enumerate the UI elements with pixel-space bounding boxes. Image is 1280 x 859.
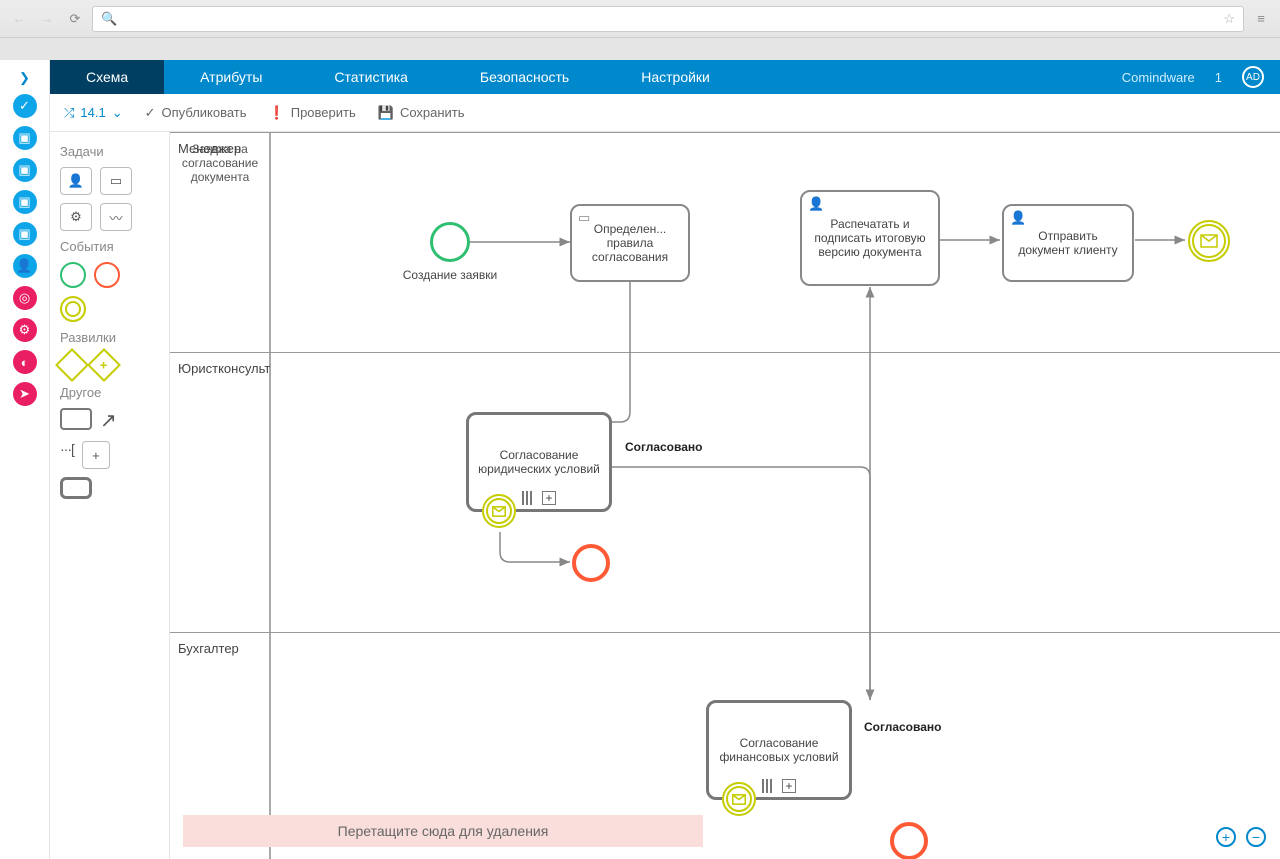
task-send[interactable]: 👤 Отправить документ клиенту [1002,204,1134,282]
palette: Задачи 👤 ▭ ⚙ 〰 События Развилки [50,132,170,859]
task-rules-label: Определен... правила согласования [580,222,680,264]
version-label: 14.1 [80,105,105,120]
rail-item-check[interactable]: ✓ [13,94,37,118]
check-icon: ✓ [145,105,156,121]
publish-label: Опубликовать [162,105,247,120]
zoom-out-button[interactable]: − [1246,827,1266,847]
palette-timer-event[interactable] [60,296,86,322]
rail-toggle-icon[interactable]: ❯ [19,70,30,86]
validate-label: Проверить [291,105,356,120]
user-icon: 👤 [808,196,824,212]
back-button[interactable]: ← [8,8,30,30]
task-print[interactable]: 👤 Распечатать и подписать итоговую верси… [800,190,940,286]
edge-label-legal-ok: Согласовано [625,440,702,454]
warning-icon: ❗ [269,105,285,121]
palette-tasks-heading: Задачи [60,144,159,159]
palette-annotation[interactable]: ···[ [60,441,74,469]
palette-end-event[interactable] [94,262,120,288]
rail-item-user[interactable]: 👤 [13,254,37,278]
end-event-fin[interactable] [890,822,928,859]
edge-label-fin-ok: Согласовано [864,720,941,734]
tab-security[interactable]: Безопасность [444,60,605,94]
bookmark-icon[interactable]: ☆ [1223,11,1235,27]
version-selector[interactable]: ⤮ 14.1 ⌄ [64,105,123,121]
palette-events-heading: События [60,239,159,254]
palette-rule-task[interactable]: ▭ [100,167,132,195]
search-icon: 🔍 [101,11,117,27]
subprocess-marker: + [542,491,556,505]
save-button[interactable]: 💾 Сохранить [378,105,465,121]
tab-attributes[interactable]: Атрибуты [164,60,298,94]
chevron-down-icon: ⌄ [112,105,123,121]
shuffle-icon: ⤮ [64,105,74,121]
editor-toolbar: ⤮ 14.1 ⌄ ✓ Опубликовать ❗ Проверить 💾 Со… [50,94,1280,132]
rail-item-doc-4[interactable]: ▣ [13,222,37,246]
lane-manager-label: Менеджер [178,141,241,156]
zoom-controls: + − [1216,827,1266,847]
subprocess-marker: + [782,779,796,793]
palette-connector[interactable]: ↗ [100,408,117,433]
lane-accountant-label: Бухгалтер [178,641,239,656]
rail-item-gear[interactable]: ⚙ [13,318,37,342]
rule-icon: ▭ [578,210,590,226]
forward-button[interactable]: → [36,8,58,30]
rail-item-doc-2[interactable]: ▣ [13,158,37,182]
publish-button[interactable]: ✓ Опубликовать [145,105,247,121]
tab-schema[interactable]: Схема [50,60,164,94]
palette-pool[interactable] [60,408,92,430]
tab-settings[interactable]: Настройки [605,60,746,94]
brand-label: Comindware [1122,70,1195,85]
rail-item-app[interactable]: ◎ [13,286,37,310]
delete-drop-zone[interactable]: Перетащите сюда для удаления [183,815,703,847]
notification-count[interactable]: 1 [1215,70,1222,85]
rail-item-doc-3[interactable]: ▣ [13,190,37,214]
palette-expand[interactable]: + [82,441,110,469]
browser-toolbar: ← → ⟳ 🔍 ☆ ≡ [0,0,1280,38]
task-rules[interactable]: ▭ Определен... правила согласования [570,204,690,282]
rail-item-send[interactable]: ➤ [13,382,37,406]
browser-menu-button[interactable]: ≡ [1250,8,1272,30]
zoom-in-button[interactable]: + [1216,827,1236,847]
palette-subprocess[interactable] [60,477,92,499]
palette-other-heading: Другое [60,385,159,400]
tab-statistics[interactable]: Статистика [298,60,444,94]
user-avatar[interactable]: AD [1242,66,1264,88]
palette-start-event[interactable] [60,262,86,288]
multi-instance-marker [522,491,536,505]
boundary-message-legal[interactable] [482,494,516,528]
main-tabs: Схема Атрибуты Статистика Безопасность Н… [50,60,1280,94]
multi-instance-marker [762,779,776,793]
canvas[interactable]: Заявка на согласование документа Менедже… [170,132,1280,859]
validate-button[interactable]: ❗ Проверить [269,105,356,121]
palette-script-task[interactable]: 〰 [100,203,132,231]
palette-gateways-heading: Развилки [60,330,159,345]
end-event-legal[interactable] [572,544,610,582]
task-send-label: Отправить документ клиенту [1012,229,1124,257]
rail-item-doc-1[interactable]: ▣ [13,126,37,150]
palette-service-task[interactable]: ⚙ [60,203,92,231]
palette-user-task[interactable]: 👤 [60,167,92,195]
lane-legal-label: Юристконсульт [178,361,270,376]
subprocess-fin-label: Согласование финансовых условий [717,736,841,764]
browser-spacer [0,38,1280,60]
boundary-message-fin[interactable] [722,782,756,816]
user-icon: 👤 [1010,210,1026,226]
start-label: Создание заявки [395,268,505,282]
subprocess-legal-label: Согласование юридических условий [477,448,601,476]
reload-button[interactable]: ⟳ [64,8,86,30]
lane-legal[interactable]: Юристконсульт [170,352,1280,632]
palette-exclusive-gateway[interactable] [55,348,89,382]
url-bar[interactable]: 🔍 ☆ [92,6,1244,32]
task-print-label: Распечатать и подписать итоговую версию … [810,217,930,259]
rail-item-dashboard[interactable]: ◐ [13,350,37,374]
left-rail: ❯ ✓ ▣ ▣ ▣ ▣ 👤 ◎ ⚙ ◐ ➤ [0,60,50,859]
message-end-event[interactable] [1188,220,1230,262]
start-event[interactable] [430,222,470,262]
palette-parallel-gateway[interactable]: + [87,348,121,382]
save-icon: 💾 [378,105,394,121]
save-label: Сохранить [400,105,465,120]
